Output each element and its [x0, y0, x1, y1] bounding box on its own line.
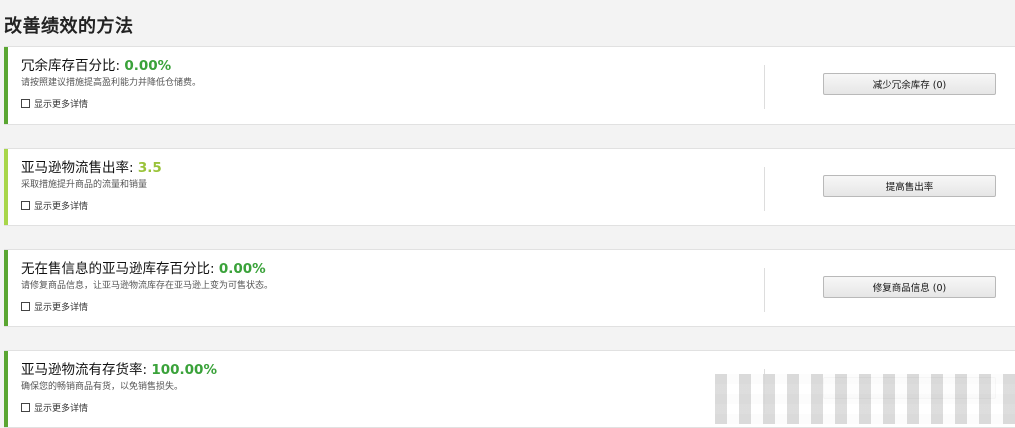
show-more-details-checkbox[interactable]: [21, 403, 30, 412]
metric-line: 亚马逊物流售出率: 3.5: [21, 156, 162, 176]
card-accent-bar: [4, 149, 8, 225]
metric-label: 亚马逊物流有存货率:: [21, 362, 148, 378]
card-divider: [764, 167, 765, 211]
reduce-excess-inventory-button[interactable]: 减少冗余库存 (0): [823, 73, 996, 95]
metric-value: 0.00%: [218, 261, 266, 277]
metric-label: 无在售信息的亚马逊库存百分比:: [21, 261, 215, 277]
metric-value: 100.00%: [151, 362, 217, 378]
metric-description: 请修复商品信息，让亚马逊物流库存在亚马逊上变为可售状态。: [21, 281, 274, 291]
show-more-details-label: 显示更多详情: [34, 404, 89, 414]
show-more-details-toggle[interactable]: 显示更多详情: [21, 199, 88, 212]
card-accent-bar: [4, 47, 8, 124]
metric-value: 0.00%: [124, 58, 172, 74]
fix-listing-button[interactable]: 修复商品信息 (0): [823, 276, 996, 298]
metric-line: 无在售信息的亚马逊库存百分比: 0.00%: [21, 257, 266, 277]
show-more-details-label: 显示更多详情: [34, 303, 89, 313]
metric-description: 确保您的畅销商品有货，以免销售损失。: [21, 382, 184, 392]
show-more-details-toggle[interactable]: 显示更多详情: [21, 97, 88, 110]
card-accent-bar: [4, 250, 8, 326]
show-more-details-checkbox[interactable]: [21, 302, 30, 311]
show-more-details-label: 显示更多详情: [34, 202, 89, 212]
card-divider: [764, 65, 765, 109]
metric-value: 3.5: [137, 160, 162, 176]
show-more-details-toggle[interactable]: 显示更多详情: [21, 401, 88, 414]
metric-description: 请按照建议措施提高盈利能力并降低仓储费。: [21, 78, 202, 88]
show-more-details-label: 显示更多详情: [34, 100, 89, 110]
watermark-overlay: [715, 374, 1015, 424]
metric-label: 亚马逊物流售出率:: [21, 160, 134, 176]
card-divider: [764, 268, 765, 312]
show-more-details-toggle[interactable]: 显示更多详情: [21, 300, 88, 313]
metric-description: 采取措施提升商品的流量和销量: [21, 180, 148, 190]
show-more-details-checkbox[interactable]: [21, 99, 30, 108]
sell-through-card: 亚马逊物流售出率: 3.5 采取措施提升商品的流量和销量 显示更多详情 提高售出…: [4, 148, 1015, 226]
metric-label: 冗余库存百分比:: [21, 58, 121, 74]
card-accent-bar: [4, 351, 8, 427]
metric-line: 冗余库存百分比: 0.00%: [21, 54, 171, 74]
stranded-inventory-card: 无在售信息的亚马逊库存百分比: 0.00% 请修复商品信息，让亚马逊物流库存在亚…: [4, 249, 1015, 327]
metric-line: 亚马逊物流有存货率: 100.00%: [21, 358, 217, 378]
show-more-details-checkbox[interactable]: [21, 201, 30, 210]
page-title: 改善绩效的方法: [4, 16, 134, 37]
improve-sell-through-button[interactable]: 提高售出率: [823, 175, 996, 197]
excess-inventory-card: 冗余库存百分比: 0.00% 请按照建议措施提高盈利能力并降低仓储费。 显示更多…: [4, 46, 1015, 125]
